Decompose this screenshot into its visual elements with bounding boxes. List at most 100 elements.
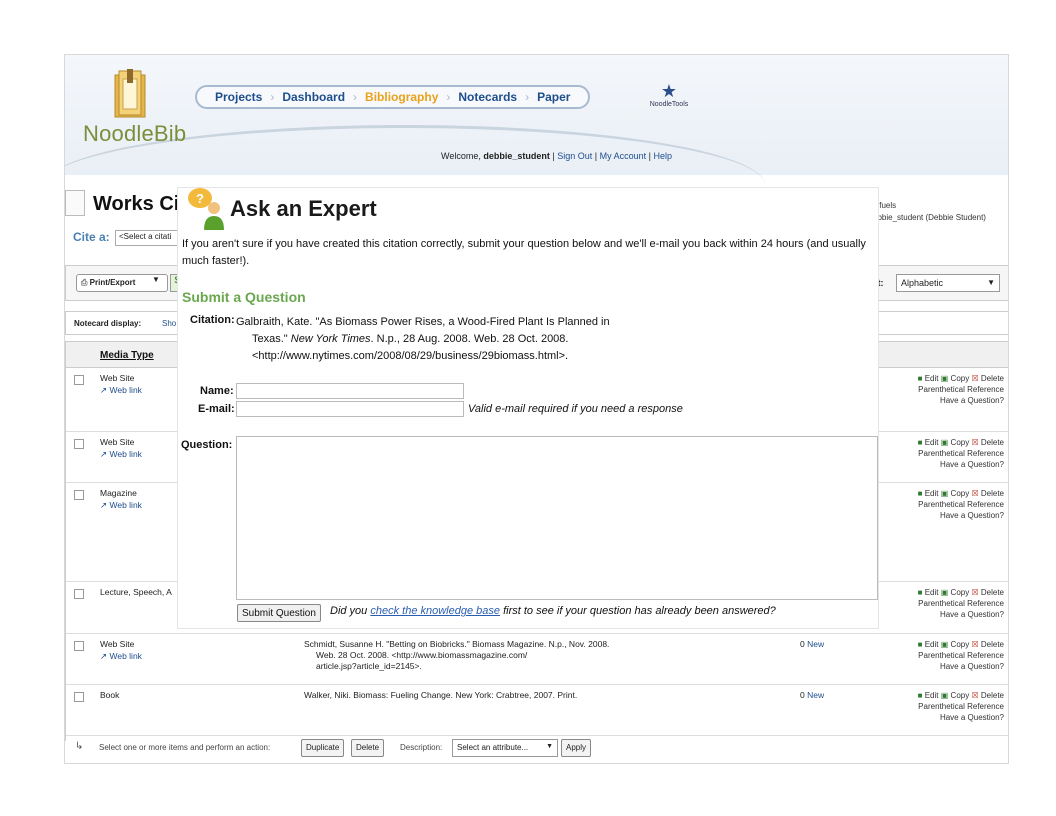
media-type: Book <box>100 690 120 700</box>
media-type: Magazine <box>100 488 137 498</box>
folder-logo-icon <box>114 69 146 118</box>
web-link[interactable]: ↗ Web link <box>100 651 142 662</box>
delete-link[interactable]: Delete <box>981 588 1004 597</box>
have-question-link[interactable]: Have a Question? <box>940 396 1004 405</box>
copy-link[interactable]: Copy <box>951 374 970 383</box>
edit-link[interactable]: Edit <box>925 374 939 383</box>
edit-icon: ■ <box>917 691 923 700</box>
help-link[interactable]: Help <box>653 151 672 161</box>
parenthetical-link[interactable]: Parenthetical Reference <box>918 500 1004 509</box>
copy-icon: ▣ <box>940 374 949 383</box>
nav-notecards[interactable]: Notecards <box>450 90 525 104</box>
apply-button[interactable]: Apply <box>561 739 592 757</box>
edit-icon: ■ <box>917 438 923 447</box>
parenthetical-link[interactable]: Parenthetical Reference <box>918 599 1004 608</box>
web-link[interactable]: ↗ Web link <box>100 449 142 460</box>
chevron-down-icon: ▼ <box>546 743 553 750</box>
description-select[interactable]: Select an attribute... ▼ <box>452 739 558 757</box>
edit-link[interactable]: Edit <box>925 588 939 597</box>
sort-select[interactable]: Alphabetic ▼ <box>896 274 1000 292</box>
edit-icon: ■ <box>917 640 923 649</box>
row-actions: ■ Edit ▣ Copy ☒ Delete Parenthetical Ref… <box>892 639 1004 672</box>
media-type: Web Site <box>100 639 135 649</box>
edit-icon: ■ <box>917 588 923 597</box>
jumping-figure-icon: ★ <box>660 81 678 101</box>
media-type: Web Site <box>100 437 135 447</box>
duplicate-button[interactable]: Duplicate <box>301 739 345 757</box>
chevron-down-icon[interactable]: ▼ <box>152 275 160 284</box>
citation-label: Citation: <box>190 314 235 326</box>
parenthetical-link[interactable]: Parenthetical Reference <box>918 449 1004 458</box>
copy-link[interactable]: Copy <box>951 691 970 700</box>
delete-icon: ☒ <box>971 640 979 649</box>
knowledge-base-link[interactable]: check the knowledge base <box>370 605 500 617</box>
my-account-link[interactable]: My Account <box>600 151 647 161</box>
have-question-link[interactable]: Have a Question? <box>940 511 1004 520</box>
header: NoodleBib Projects › Dashboard › Bibliog… <box>65 55 1008 175</box>
welcome-bar: Welcome, debbie_student | Sign Out | My … <box>441 151 672 161</box>
copy-icon: ▣ <box>940 640 949 649</box>
nav-dashboard[interactable]: Dashboard <box>274 90 353 104</box>
question-textarea[interactable] <box>236 436 878 600</box>
username: debbie_student <box>483 151 550 161</box>
email-field[interactable] <box>236 401 464 417</box>
copy-link[interactable]: Copy <box>951 489 970 498</box>
edit-link[interactable]: Edit <box>925 691 939 700</box>
copy-icon: ▣ <box>940 588 949 597</box>
delete-link[interactable]: Delete <box>981 489 1004 498</box>
row-checkbox[interactable] <box>74 490 84 500</box>
printer-icon: ⎙ <box>81 278 88 287</box>
submit-question-button[interactable]: Submit Question <box>237 604 321 622</box>
delete-link[interactable]: Delete <box>981 691 1004 700</box>
edit-link[interactable]: Edit <box>925 489 939 498</box>
delete-button[interactable]: Delete <box>351 739 385 757</box>
media-type: Lecture, Speech, A <box>100 587 172 597</box>
row-checkbox[interactable] <box>74 692 84 702</box>
new-notecard-link[interactable]: New <box>807 639 824 649</box>
row-checkbox[interactable] <box>74 375 84 385</box>
have-question-link[interactable]: Have a Question? <box>940 713 1004 722</box>
nav-projects[interactable]: Projects <box>207 90 270 104</box>
svg-text:?: ? <box>196 191 204 206</box>
sort-value: Alphabetic <box>901 278 944 288</box>
copy-link[interactable]: Copy <box>951 438 970 447</box>
parenthetical-link[interactable]: Parenthetical Reference <box>918 385 1004 394</box>
parenthetical-link[interactable]: Parenthetical Reference <box>918 651 1004 660</box>
cite-type-select[interactable]: <Select a citati <box>115 230 183 246</box>
copy-link[interactable]: Copy <box>951 640 970 649</box>
noodletools-logo[interactable]: ★ NoodleTools <box>639 81 699 108</box>
web-link[interactable]: ↗ Web link <box>100 500 142 511</box>
have-question-link[interactable]: Have a Question? <box>940 662 1004 671</box>
notecard-count: 0 New <box>800 690 825 700</box>
description-label: Description: <box>400 743 443 752</box>
edit-link[interactable]: Edit <box>925 438 939 447</box>
new-notecard-link[interactable]: New <box>807 690 824 700</box>
sign-out-link[interactable]: Sign Out <box>557 151 592 161</box>
copy-link[interactable]: Copy <box>951 588 970 597</box>
copy-icon: ▣ <box>940 691 949 700</box>
bottom-instructions: Select one or more items and perform an … <box>99 743 271 752</box>
nav-bibliography[interactable]: Bibliography <box>357 90 446 104</box>
notecard-display-link[interactable]: Sho <box>162 319 176 328</box>
name-field[interactable] <box>236 383 464 399</box>
welcome-prefix: Welcome, <box>441 151 484 161</box>
parenthetical-link[interactable]: Parenthetical Reference <box>918 702 1004 711</box>
print-export-label: Print/Export <box>89 278 136 287</box>
have-question-link[interactable]: Have a Question? <box>940 610 1004 619</box>
nav-paper[interactable]: Paper <box>529 90 578 104</box>
copy-icon: ▣ <box>940 438 949 447</box>
table-row: Book Walker, Niki. Biomass: Fueling Chan… <box>66 686 1008 736</box>
row-checkbox[interactable] <box>74 589 84 599</box>
delete-icon: ☒ <box>971 438 979 447</box>
row-checkbox[interactable] <box>74 641 84 651</box>
row-actions: ■ Edit ▣ Copy ☒ Delete Parenthetical Ref… <box>892 690 1004 723</box>
edit-link[interactable]: Edit <box>925 640 939 649</box>
delete-link[interactable]: Delete <box>981 640 1004 649</box>
notecard-display-label: Notecard display: <box>74 319 142 328</box>
column-media-type[interactable]: Media Type <box>100 350 154 361</box>
delete-link[interactable]: Delete <box>981 374 1004 383</box>
have-question-link[interactable]: Have a Question? <box>940 460 1004 469</box>
web-link[interactable]: ↗ Web link <box>100 385 142 396</box>
delete-link[interactable]: Delete <box>981 438 1004 447</box>
row-checkbox[interactable] <box>74 439 84 449</box>
